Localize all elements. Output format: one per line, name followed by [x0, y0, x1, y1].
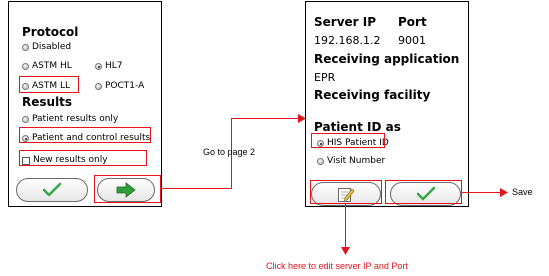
- radio-visit-number[interactable]: [317, 158, 324, 165]
- radio-astm-hl[interactable]: [22, 63, 29, 70]
- radio-hl7-label: HL7: [105, 61, 123, 71]
- save-connector-line: [462, 192, 502, 193]
- arrowhead-icon: [341, 247, 350, 255]
- highlight-patient-control: [19, 127, 151, 143]
- highlight-edit-button: [310, 180, 382, 204]
- receiving-application-label: Receiving application: [314, 52, 460, 66]
- highlight-his-patient-id: [311, 133, 385, 148]
- receiving-application-value: EPR: [314, 71, 336, 84]
- highlight-next-button: [94, 175, 161, 203]
- port-value: 9001: [398, 34, 426, 47]
- highlight-save-button: [385, 180, 462, 204]
- confirm-button[interactable]: [16, 178, 88, 202]
- radio-poct1a-label: POCT1-A: [105, 81, 145, 91]
- go-to-page-2-note: Go to page 2: [203, 147, 256, 157]
- save-note: Save: [512, 187, 533, 197]
- radio-patient-results-only-label: Patient results only: [32, 114, 119, 124]
- radio-patient-results-only[interactable]: [22, 116, 29, 123]
- radio-hl7[interactable]: [95, 63, 102, 70]
- edit-connector-line: [345, 204, 346, 250]
- receiving-facility-label: Receiving facility: [314, 88, 431, 102]
- server-settings-panel: Server IP Port 192.168.1.2 9001 Receivin…: [305, 1, 469, 207]
- server-ip-label: Server IP: [314, 15, 377, 29]
- server-ip-value: 192.168.1.2: [314, 34, 381, 47]
- highlight-astm-ll: [19, 76, 79, 93]
- radio-astm-hl-label: ASTM HL: [32, 61, 72, 71]
- connector-line: [231, 118, 303, 119]
- results-heading: Results: [22, 95, 73, 109]
- protocol-heading: Protocol: [22, 25, 79, 39]
- radio-poct1a[interactable]: [95, 83, 102, 90]
- radio-disabled-label: Disabled: [32, 42, 72, 52]
- radio-visit-number-label: Visit Number: [327, 156, 386, 166]
- radio-disabled[interactable]: [22, 44, 29, 51]
- arrowhead-icon: [500, 188, 508, 197]
- checkmark-icon: [43, 182, 61, 197]
- highlight-new-results: [19, 150, 147, 166]
- edit-hint-note: Click here to edit server IP and Port: [266, 261, 408, 271]
- port-label: Port: [398, 15, 427, 29]
- patient-id-heading: Patient ID as: [314, 120, 401, 134]
- connector-line: [161, 188, 231, 189]
